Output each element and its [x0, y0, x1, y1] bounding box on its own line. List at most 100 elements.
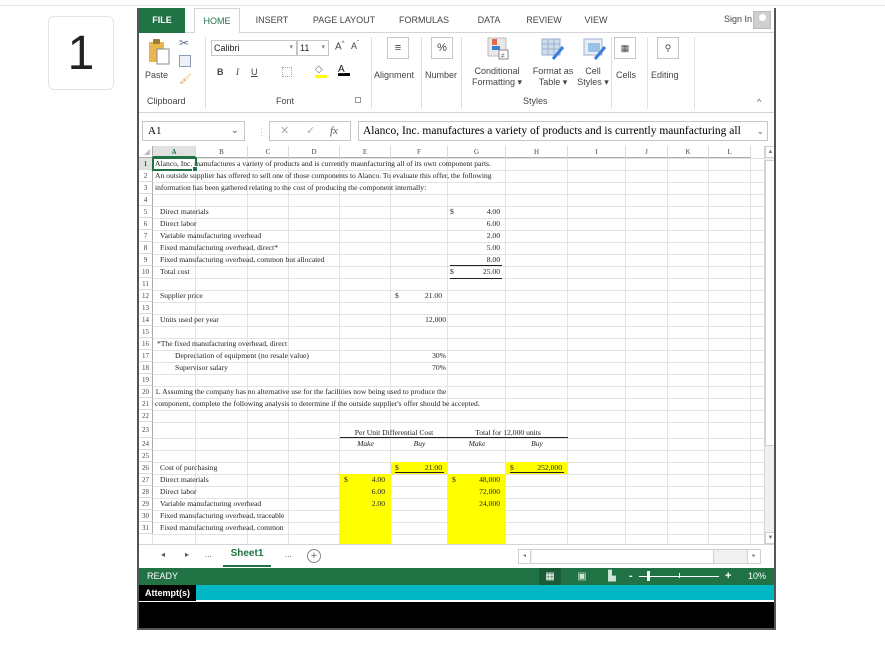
add-sheet-icon[interactable]: +: [307, 549, 321, 563]
underline-button[interactable]: U: [251, 67, 258, 77]
cells-button[interactable]: Cells: [616, 70, 636, 81]
spreadsheet-grid[interactable]: A B C D E F G H I J K L 1 2 3 4 5 6 7 8 9 10 11 12 13 14 15 16 17 18 1…: [139, 146, 764, 544]
italic-button[interactable]: I: [236, 67, 239, 77]
sheet-next-icon[interactable]: ▸: [185, 550, 189, 559]
find-binoculars-icon[interactable]: ⚲: [657, 37, 679, 59]
scroll-left-icon[interactable]: ◂: [519, 550, 531, 563]
alignment-icon[interactable]: ≡: [387, 37, 409, 59]
zoom-in-button[interactable]: +: [725, 570, 731, 582]
row-header-13[interactable]: 13: [139, 302, 153, 314]
zoom-level[interactable]: 10%: [748, 571, 766, 581]
row-header-3[interactable]: 3: [139, 182, 153, 194]
decrease-font-icon[interactable]: Aˇ: [351, 41, 359, 51]
row-header-17[interactable]: 17: [139, 350, 153, 362]
row-header-10[interactable]: 10: [139, 266, 153, 278]
sheet-more-right[interactable]: ...: [285, 550, 292, 559]
select-all-corner[interactable]: [139, 146, 153, 158]
number-button[interactable]: Number: [425, 70, 457, 81]
cells-icon[interactable]: ▦: [614, 37, 636, 59]
column-header-h[interactable]: H: [506, 146, 568, 158]
row-header-24[interactable]: 24: [139, 438, 153, 450]
column-header-b[interactable]: B: [196, 146, 248, 158]
formula-input[interactable]: Alanco, Inc. manufactures a variety of p…: [358, 121, 768, 141]
sheet-more-left[interactable]: ...: [205, 550, 212, 559]
tab-file[interactable]: FILE: [139, 8, 185, 33]
row-header-25[interactable]: 25: [139, 450, 153, 462]
row-header-9[interactable]: 9: [139, 254, 153, 266]
row-header-27[interactable]: 27: [139, 474, 153, 486]
row-header-15[interactable]: 15: [139, 326, 153, 338]
cancel-icon[interactable]: ✕: [280, 122, 289, 140]
row-header-1[interactable]: 1: [139, 158, 153, 170]
column-header-i[interactable]: I: [568, 146, 626, 158]
user-avatar-icon[interactable]: [753, 11, 771, 29]
sheet-prev-icon[interactable]: ◂: [161, 550, 165, 559]
format-painter-icon[interactable]: 🖌: [179, 74, 192, 85]
paste-icon[interactable]: [147, 38, 171, 66]
cut-icon[interactable]: ✂: [179, 36, 189, 50]
row-header-19[interactable]: 19: [139, 374, 153, 386]
tab-data[interactable]: DATA: [469, 8, 509, 33]
row-header-29[interactable]: 29: [139, 498, 153, 510]
row-header-26[interactable]: 26: [139, 462, 153, 474]
input-cell-highlight[interactable]: [340, 474, 391, 544]
collapse-ribbon-icon[interactable]: ^: [757, 97, 761, 107]
sheet-tab-sheet1[interactable]: Sheet1: [223, 545, 271, 567]
row-header-6[interactable]: 6: [139, 218, 153, 230]
conditional-formatting-icon[interactable]: ≠: [487, 37, 509, 61]
zoom-slider-thumb[interactable]: [647, 571, 650, 581]
increase-font-icon[interactable]: A^: [335, 41, 345, 52]
row-header-5[interactable]: 5: [139, 206, 153, 218]
row-header-23[interactable]: 23: [139, 422, 153, 438]
scroll-up-icon[interactable]: ▲: [765, 146, 774, 158]
column-header-d[interactable]: D: [289, 146, 340, 158]
attempts-label[interactable]: Attempt(s): [139, 585, 196, 601]
conditional-formatting-button[interactable]: Conditional Formatting ▾: [466, 66, 528, 88]
row-header-2[interactable]: 2: [139, 170, 153, 182]
column-header-f[interactable]: F: [391, 146, 448, 158]
page-layout-view-icon[interactable]: ▣: [571, 568, 593, 585]
zoom-out-button[interactable]: -: [629, 570, 633, 582]
paste-button[interactable]: Paste: [145, 70, 168, 81]
vertical-scroll-thumb[interactable]: [765, 160, 774, 446]
format-as-table-icon[interactable]: [541, 37, 565, 61]
row-header-14[interactable]: 14: [139, 314, 153, 326]
row-header-11[interactable]: 11: [139, 278, 153, 290]
row-header-20[interactable]: 20: [139, 386, 153, 398]
row-header-8[interactable]: 8: [139, 242, 153, 254]
font-color-icon[interactable]: A: [338, 64, 350, 76]
column-header-c[interactable]: C: [248, 146, 289, 158]
scroll-down-icon[interactable]: ▼: [765, 532, 774, 544]
cell-styles-button[interactable]: Cell Styles ▾: [576, 66, 610, 88]
scroll-right-icon[interactable]: ▸: [747, 549, 761, 564]
column-header-k[interactable]: K: [668, 146, 709, 158]
row-header-16[interactable]: 16: [139, 338, 153, 350]
editing-button[interactable]: Editing: [651, 70, 679, 81]
row-header-31[interactable]: 31: [139, 522, 153, 534]
fill-color-icon[interactable]: ◇: [315, 64, 327, 78]
borders-icon[interactable]: [282, 67, 292, 77]
horizontal-scrollbar[interactable]: ◂: [518, 549, 758, 564]
font-size-select[interactable]: 11 ▾: [297, 40, 329, 56]
tab-view[interactable]: VIEW: [576, 8, 616, 33]
input-cell-highlight[interactable]: [448, 474, 506, 544]
column-header-g[interactable]: G: [448, 146, 506, 158]
insert-function-icon[interactable]: fx: [330, 122, 338, 140]
sign-in-link[interactable]: Sign In: [724, 14, 752, 24]
tab-review[interactable]: REVIEW: [519, 8, 569, 33]
dialog-launcher-icon[interactable]: [355, 97, 361, 103]
number-format-icon[interactable]: %: [431, 37, 453, 59]
normal-view-icon[interactable]: ▦: [539, 568, 561, 585]
name-box[interactable]: A1 ⌄: [142, 121, 245, 141]
column-header-l[interactable]: L: [709, 146, 751, 158]
row-header-28[interactable]: 28: [139, 486, 153, 498]
enter-icon[interactable]: ✓: [306, 122, 315, 140]
cell-styles-icon[interactable]: [583, 37, 607, 61]
expand-formula-icon[interactable]: ⌄: [756, 122, 764, 140]
tab-formulas[interactable]: FORMULAS: [394, 8, 454, 33]
row-header-22[interactable]: 22: [139, 410, 153, 422]
alignment-button[interactable]: Alignment: [374, 70, 414, 81]
selected-cell-a1[interactable]: [152, 157, 198, 172]
copy-icon[interactable]: [179, 55, 191, 67]
tab-insert[interactable]: INSERT: [247, 8, 297, 33]
